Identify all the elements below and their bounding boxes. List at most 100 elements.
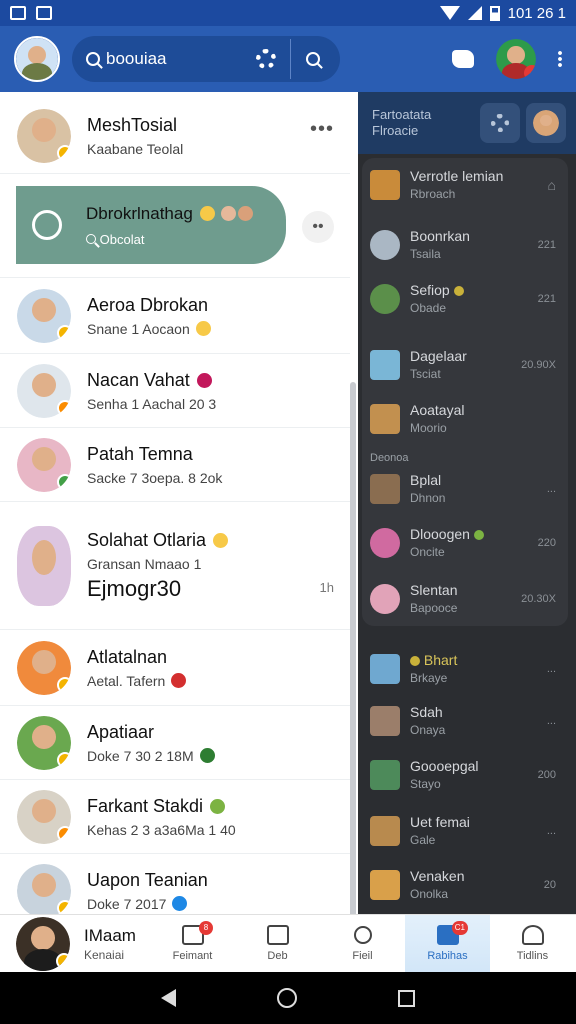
cloud-icon[interactable]: ⌂ <box>548 177 556 193</box>
chat-row[interactable]: Farkant Stakdi Kehas 2 3 a3a6Ma 1 40 <box>0 780 350 854</box>
tab-active[interactable]: Rabihas C1 <box>405 914 490 973</box>
featured-title: Dbrokrlnathag <box>86 203 193 223</box>
recents-icon[interactable] <box>398 989 416 1007</box>
mail-icon <box>266 925 289 945</box>
back-icon[interactable] <box>160 989 176 1007</box>
tab-search[interactable]: Fieil <box>320 915 405 973</box>
thumbnail <box>370 583 400 614</box>
item-sub: Rbroach <box>410 187 456 201</box>
tab-home[interactable]: Feimant 8 <box>150 915 235 973</box>
status-bar: 101 26 1 <box>0 0 576 26</box>
chat-name: Aeroa Dbrokan <box>87 294 209 315</box>
side-list-item[interactable]: Uet femai Gale ... <box>370 814 570 847</box>
side-panel-subtitle: Flroacie <box>372 123 419 138</box>
chat-preview: Doke 7 2017 <box>87 895 167 912</box>
chat-row[interactable]: Atlatalnan Aetal. Tafern <box>0 630 350 706</box>
home-button-icon[interactable] <box>276 988 297 1008</box>
settings-icon[interactable] <box>480 103 520 143</box>
bot-icon <box>32 210 62 240</box>
chat-row[interactable]: Uapon Teanian Doke 7 2017 <box>0 854 350 914</box>
avatar <box>17 640 71 695</box>
thumbnail <box>370 759 400 790</box>
chat-preview: Sacke 7 3oepa. 8 2ok <box>87 469 223 486</box>
tab-label: Rabihas <box>427 950 468 962</box>
more-menu-icon[interactable] <box>558 50 562 68</box>
chat-preview: Kehas 2 3 a3a6Ma 1 40 <box>87 821 236 838</box>
search-icon <box>353 925 372 944</box>
chat-preview: Senha 1 Aachal 20 3 <box>87 395 217 412</box>
side-list-item[interactable]: Aoatayal Moorio <box>370 402 570 435</box>
chat-preview: Doke 7 30 2 18M <box>87 747 194 764</box>
featured-chat[interactable]: Dbrokrlnathag Obcolat •• <box>0 174 350 278</box>
chat-preview: Aetal. Tafern <box>87 672 166 689</box>
side-list-item[interactable]: Dlooogen Oncite 220 <box>370 526 570 559</box>
my-avatar[interactable] <box>14 36 60 82</box>
thumbnail <box>370 653 400 684</box>
extensions-icon[interactable] <box>452 50 474 68</box>
chat-row[interactable]: Nacan Vahat Senha 1 Aachal 20 3 <box>0 354 350 428</box>
featured-bubble[interactable]: Dbrokrlnathag Obcolat <box>16 186 286 264</box>
more-options-icon[interactable]: ••• <box>310 118 334 141</box>
account-avatar[interactable]: ● <box>496 39 536 79</box>
chat-row[interactable]: Aeroa Dbrokan Snane 1 Aocaon <box>0 278 350 354</box>
item-meta: 200 <box>537 768 556 781</box>
avatar <box>17 108 71 163</box>
chat-row[interactable]: Patah Temna Sacke 7 3oepa. 8 2ok <box>0 428 350 502</box>
tab-profile[interactable]: Tidlins <box>490 915 575 973</box>
thumbnail <box>370 229 400 260</box>
side-panel: Fartoatata Flroacie Verrotle lemian Rbroa… <box>358 92 576 914</box>
tab-label: Deb <box>267 950 288 962</box>
thumbnail <box>370 705 400 736</box>
chat-name: Apatiaar <box>87 721 155 742</box>
item-meta: 20 <box>543 878 556 891</box>
item-name: Aoatayal <box>410 402 465 418</box>
side-list-item[interactable]: Goooepgal Stayo 200 <box>370 758 570 791</box>
avatar <box>17 525 71 606</box>
chat-preview: Kaabane Teolal <box>87 140 184 157</box>
settings-gear-icon[interactable] <box>256 49 276 69</box>
item-meta: ... <box>546 662 556 675</box>
tab-mail[interactable]: Deb <box>235 915 320 973</box>
thumbnail <box>370 815 400 846</box>
search-button[interactable] <box>290 39 334 79</box>
side-list-item[interactable]: Dagelaar Tsciat 20.90X <box>370 348 570 381</box>
item-meta: 220 <box>537 536 556 549</box>
avatar <box>17 715 71 770</box>
item-meta: 20.90X <box>521 358 556 371</box>
side-list-item[interactable]: Slentan Bapooce 20.30X <box>370 582 570 615</box>
side-list-item[interactable]: Boonrkan Tsaila 221 <box>370 228 570 261</box>
avatar <box>17 363 71 418</box>
profile-thumb[interactable] <box>526 103 566 143</box>
chat-name: Solahat Otlaria <box>87 529 207 550</box>
side-list-item[interactable]: Bhart Brkaye ... <box>370 652 570 685</box>
signal-icon <box>467 6 482 20</box>
chat-row[interactable]: Solahat Otlaria Gransan Nmaao 1 Ejmogr30… <box>0 502 350 630</box>
message-icon <box>36 6 52 20</box>
thumbnail <box>370 403 400 434</box>
side-list-item[interactable]: Verrotle lemian Rbroach ⌂ <box>370 168 570 201</box>
thumbnail <box>370 869 400 900</box>
chat-row[interactable]: Apatiaar Doke 7 30 2 18M <box>0 706 350 780</box>
profile-shortcut[interactable]: IMaam Kenaiai <box>0 916 150 971</box>
side-list-item[interactable]: Venaken Onolka 20 <box>370 868 570 901</box>
profile-sub: Kenaiai <box>84 947 125 962</box>
avatar <box>17 437 71 492</box>
chat-row[interactable]: MeshTosial Kaabane Teolal ••• <box>0 98 350 174</box>
side-list-item[interactable]: Sdah Onaya ... <box>370 704 570 737</box>
notification-badge: ● <box>524 65 536 79</box>
search-icon <box>86 52 100 66</box>
emoji-button[interactable]: •• <box>302 211 334 243</box>
search-bar[interactable]: boouiaa <box>72 36 340 82</box>
side-list-item[interactable]: Bplal Dhnon ... <box>370 472 570 505</box>
side-list-item[interactable]: Sefiop Obade 221 <box>370 282 570 315</box>
scrollbar[interactable] <box>350 382 356 914</box>
chat-name: Patah Temna <box>87 443 193 464</box>
chat-list: MeshTosial Kaabane Teolal ••• Dbrokrlnat… <box>0 92 358 914</box>
item-name: Dlooogen <box>410 526 470 542</box>
side-panel-title: Fartoatata <box>372 107 432 122</box>
thumbnail <box>370 169 400 200</box>
item-meta: ... <box>546 824 556 837</box>
tab-badge: C1 <box>451 920 468 935</box>
search-input[interactable]: boouiaa <box>106 49 167 69</box>
avatar <box>17 288 71 343</box>
